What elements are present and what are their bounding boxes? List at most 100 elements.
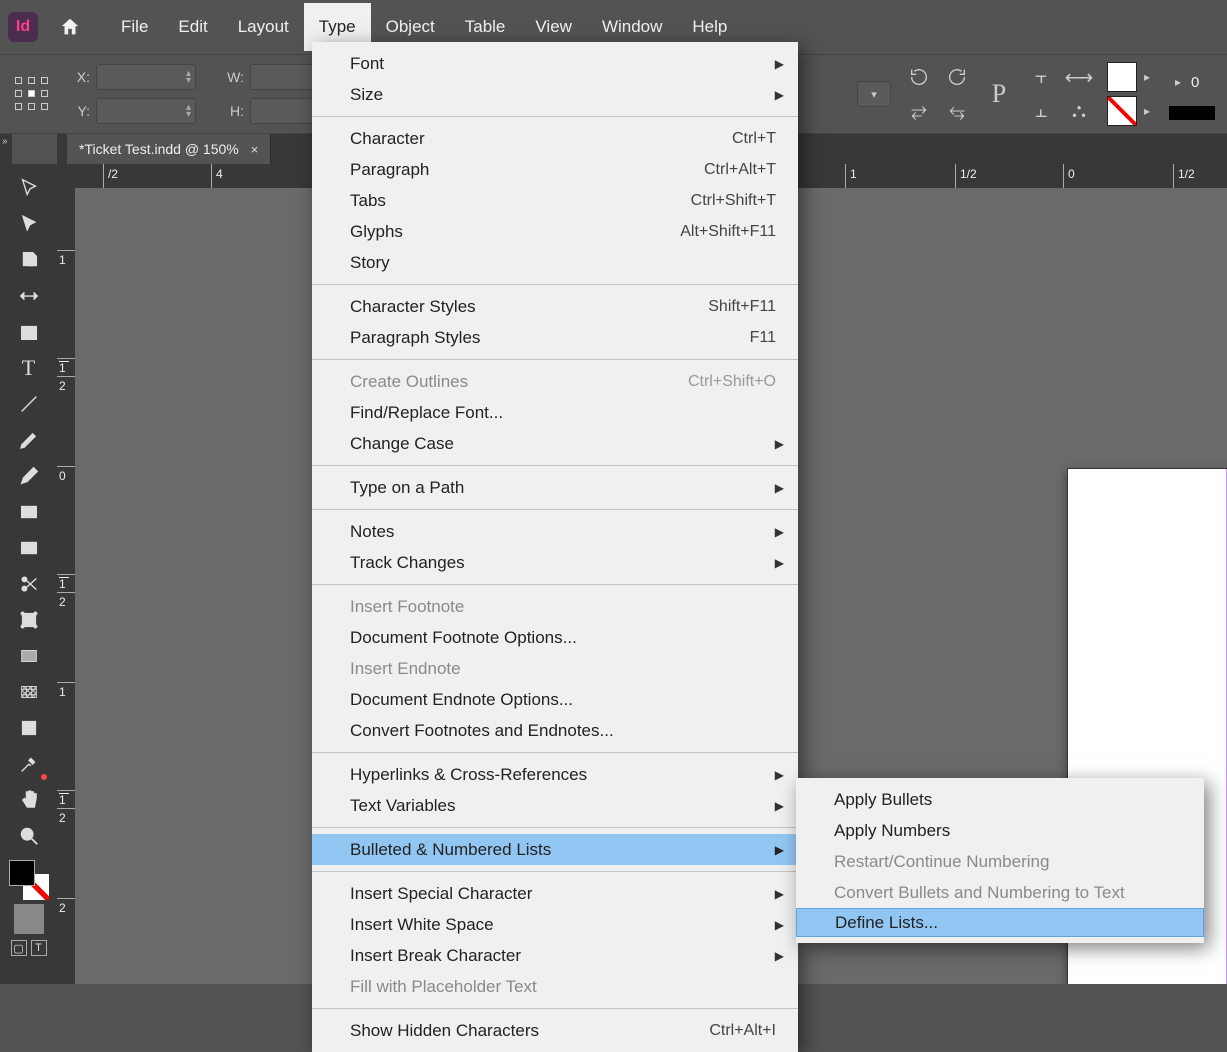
rectangle-tool[interactable]	[7, 532, 51, 564]
content-collector-tool[interactable]	[7, 316, 51, 348]
stroke-weight-dropdown[interactable]: ▾	[857, 81, 891, 107]
submenu-item-apply-bullets[interactable]: Apply Bullets	[796, 784, 1204, 815]
hruler-tick	[1063, 164, 1064, 188]
menu-item-insert-white-space[interactable]: Insert White Space▶	[312, 909, 798, 940]
hand-tool[interactable]	[7, 784, 51, 816]
menu-item-track-changes[interactable]: Track Changes▶	[312, 547, 798, 578]
stroke-chevron-icon[interactable]: ▸	[1169, 68, 1187, 96]
menu-item-change-case[interactable]: Change Case▶	[312, 428, 798, 459]
x-stepper[interactable]: ▴▾	[96, 64, 196, 90]
menu-item-shortcut: Ctrl+Shift+T	[691, 192, 776, 210]
toolbox: T ▢ T	[0, 164, 57, 984]
formatting-text-icon[interactable]: T	[31, 940, 47, 956]
distribute-bottom-icon[interactable]: ⫠	[1027, 97, 1055, 125]
pencil-tool[interactable]	[7, 460, 51, 492]
menu-item-label: Hyperlinks & Cross-References	[350, 765, 587, 785]
rotate-cw-icon[interactable]	[943, 63, 971, 91]
menu-item-label: Paragraph	[350, 160, 429, 180]
reference-point-grid[interactable]	[12, 74, 52, 114]
gradient-swatch-tool[interactable]	[7, 640, 51, 672]
menu-item-find-replace-font[interactable]: Find/Replace Font...	[312, 397, 798, 428]
pen-tool[interactable]	[7, 424, 51, 456]
stroke-style-preview[interactable]	[1169, 106, 1215, 120]
stroke-dropdown-icon[interactable]: ▸	[1139, 97, 1155, 125]
menu-item-glyphs[interactable]: GlyphsAlt+Shift+F11	[312, 216, 798, 247]
menu-item-tabs[interactable]: TabsCtrl+Shift+T	[312, 185, 798, 216]
paragraph-style-icon[interactable]: P	[985, 80, 1013, 108]
menu-edit[interactable]: Edit	[163, 3, 222, 51]
menu-item-document-footnote-options[interactable]: Document Footnote Options...	[312, 622, 798, 653]
flip-horizontal-icon[interactable]: ⥂	[905, 97, 933, 125]
menu-item-insert-break-character[interactable]: Insert Break Character▶	[312, 940, 798, 971]
menu-item-shortcut: Ctrl+Alt+T	[704, 161, 776, 179]
submenu-item-apply-numbers[interactable]: Apply Numbers	[796, 815, 1204, 846]
submenu-arrow-icon: ▶	[775, 57, 784, 71]
menu-item-label: Insert Footnote	[350, 597, 464, 617]
menu-separator	[312, 284, 798, 285]
page-tool[interactable]	[7, 244, 51, 276]
scissors-tool[interactable]	[7, 568, 51, 600]
submenu-item-label: Convert Bullets and Numbering to Text	[834, 883, 1125, 903]
menu-item-character[interactable]: CharacterCtrl+T	[312, 123, 798, 154]
direct-selection-tool[interactable]	[7, 208, 51, 240]
menu-file[interactable]: File	[106, 3, 163, 51]
type-tool[interactable]: T	[7, 352, 51, 384]
y-stepper[interactable]: ▴▾	[96, 98, 196, 124]
submenu-item-label: Apply Bullets	[834, 790, 932, 810]
document-tab[interactable]: *Ticket Test.indd @ 150% ×	[67, 134, 271, 164]
formatting-container-icon[interactable]: ▢	[11, 940, 27, 956]
menu-item-hyperlinks-cross-references[interactable]: Hyperlinks & Cross-References▶	[312, 759, 798, 790]
selection-tool[interactable]	[7, 172, 51, 204]
menu-item-character-styles[interactable]: Character StylesShift+F11	[312, 291, 798, 322]
distribute-top-icon[interactable]: ⫟	[1027, 63, 1055, 91]
menu-item-font[interactable]: Font▶	[312, 48, 798, 79]
menu-item-document-endnote-options[interactable]: Document Endnote Options...	[312, 684, 798, 715]
close-tab-icon[interactable]: ×	[251, 142, 259, 157]
vruler-tick: 0	[57, 466, 75, 467]
submenu-arrow-icon: ▶	[775, 843, 784, 857]
stroke-swatch-none[interactable]	[1107, 96, 1137, 126]
menu-item-size[interactable]: Size▶	[312, 79, 798, 110]
zoom-tool[interactable]	[7, 820, 51, 852]
vruler-tick: 1	[57, 574, 75, 575]
hierarchy-icon[interactable]: ⛬	[1065, 97, 1093, 125]
free-transform-tool[interactable]	[7, 604, 51, 636]
menu-item-paragraph-styles[interactable]: Paragraph StylesF11	[312, 322, 798, 353]
fill-stroke-swatch[interactable]	[9, 860, 49, 900]
formatting-affects: ▢ T	[11, 940, 47, 956]
menu-item-label: Insert White Space	[350, 915, 494, 935]
menu-separator	[312, 509, 798, 510]
gradient-feather-tool[interactable]	[7, 676, 51, 708]
color-theme-tool[interactable]	[14, 904, 44, 934]
menu-item-fill-with-placeholder-text: Fill with Placeholder Text	[312, 971, 798, 1002]
fill-dropdown-icon[interactable]: ▸	[1139, 63, 1155, 91]
menu-separator	[312, 465, 798, 466]
menu-item-paragraph[interactable]: Paragraph Ctrl+Alt+T	[312, 154, 798, 185]
rectangle-frame-tool[interactable]	[7, 496, 51, 528]
line-tool[interactable]	[7, 388, 51, 420]
gap-tool[interactable]	[7, 280, 51, 312]
flip-vertical-icon[interactable]: ⥃	[943, 97, 971, 125]
menu-item-convert-footnotes-and-endnotes[interactable]: Convert Footnotes and Endnotes...	[312, 715, 798, 746]
menu-item-notes[interactable]: Notes▶	[312, 516, 798, 547]
menu-separator	[312, 359, 798, 360]
panel-toggle[interactable]: »	[0, 134, 12, 164]
eyedropper-tool[interactable]	[7, 748, 51, 780]
menu-item-story[interactable]: Story	[312, 247, 798, 278]
menu-item-show-hidden-characters[interactable]: Show Hidden CharactersCtrl+Alt+I	[312, 1015, 798, 1046]
submenu-item-define-lists[interactable]: Define Lists...	[796, 908, 1204, 937]
note-tool[interactable]	[7, 712, 51, 744]
menu-item-type-on-a-path[interactable]: Type on a Path▶	[312, 472, 798, 503]
menu-item-label: Story	[350, 253, 390, 273]
menu-layout[interactable]: Layout	[223, 3, 304, 51]
gap-icon[interactable]: ⟷	[1065, 63, 1093, 91]
menu-item-insert-footnote: Insert Footnote	[312, 591, 798, 622]
submenu-item-label: Apply Numbers	[834, 821, 950, 841]
menu-item-insert-special-character[interactable]: Insert Special Character▶	[312, 878, 798, 909]
home-icon[interactable]	[56, 13, 84, 41]
distribute-controls: ⫟ ⟷ ⫠ ⛬	[1027, 63, 1093, 125]
menu-item-text-variables[interactable]: Text Variables▶	[312, 790, 798, 821]
fill-swatch[interactable]	[1107, 62, 1137, 92]
menu-item-bulleted-numbered-lists[interactable]: Bulleted & Numbered Lists▶	[312, 834, 798, 865]
rotate-ccw-icon[interactable]	[905, 63, 933, 91]
